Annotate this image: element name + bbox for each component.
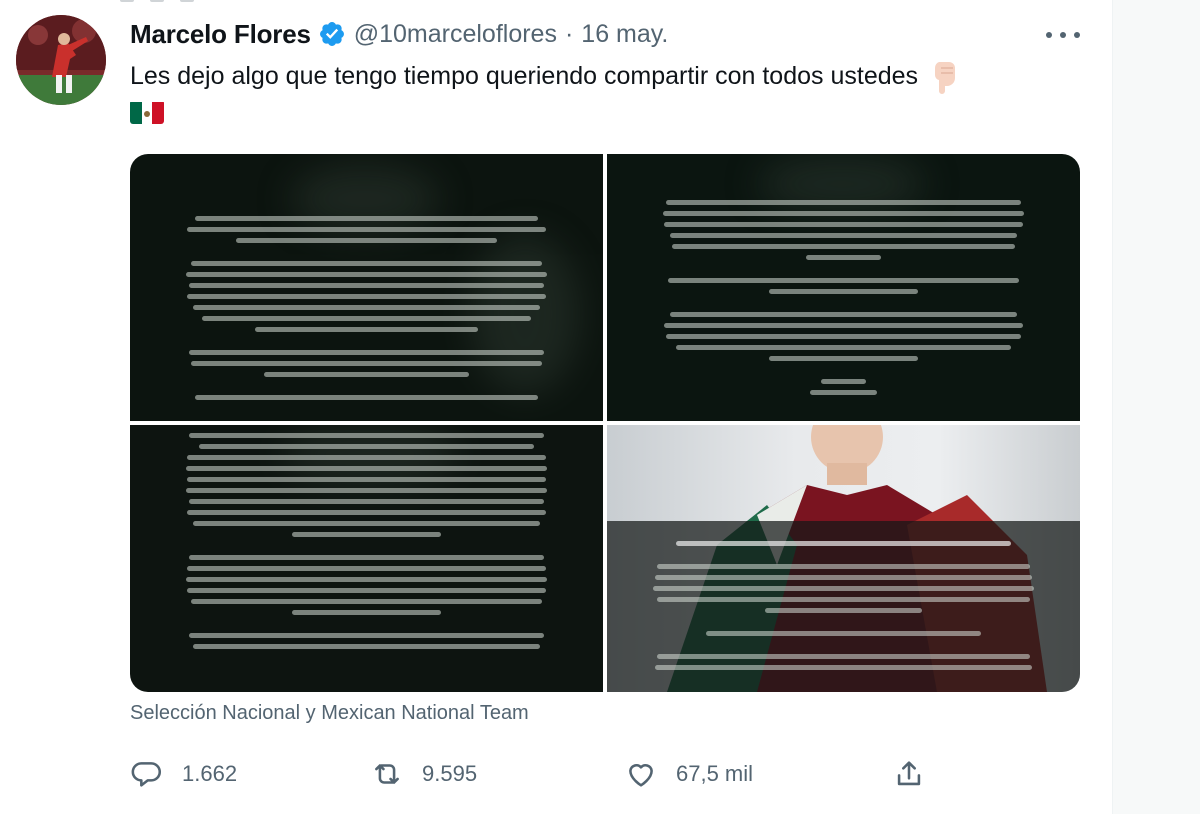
tweet-actions: 1.662 9.595 67,5 mil [130,754,930,794]
media-image-3[interactable] [130,425,603,692]
right-sidebar-edge [1112,0,1200,814]
previous-tweet-edge [120,0,240,6]
media-image-4[interactable] [607,425,1080,692]
tweet-date[interactable]: 16 may. [581,20,668,49]
media-image-2[interactable] [607,154,1080,421]
reply-count: 1.662 [182,761,238,786]
mexico-flag-icon [130,100,164,125]
media-caption[interactable]: Selección Nacional y Mexican National Te… [130,702,529,725]
tweet-body: Les dejo algo que tengo tiempo queriendo… [130,62,919,90]
like-button[interactable]: 67,5 mil [624,754,753,794]
header-separator: · [564,19,574,48]
retweet-count: 9.595 [422,761,478,786]
pointing-down-icon [931,60,961,95]
heart-icon [629,764,653,787]
reply-button[interactable]: 1.662 [130,754,237,794]
reply-icon [131,762,161,787]
share-icon [897,761,921,786]
retweet-icon [375,764,399,784]
author-name[interactable]: Marcelo Flores [130,19,311,50]
author-handle[interactable]: @10marceloflores [354,20,557,49]
verified-badge-icon [318,20,346,48]
tweet-text: Les dejo algo que tengo tiempo queriendo… [130,58,1060,125]
media-image-1[interactable] [130,154,603,421]
more-options-icon[interactable] [1046,24,1080,46]
retweet-button[interactable]: 9.595 [370,754,477,794]
tweet-header: Marcelo Flores @10marceloflores · 16 may… [130,18,668,50]
avatar[interactable] [16,15,106,105]
share-button[interactable] [892,754,926,794]
media-grid[interactable] [130,154,1080,692]
like-count: 67,5 mil [676,761,754,786]
